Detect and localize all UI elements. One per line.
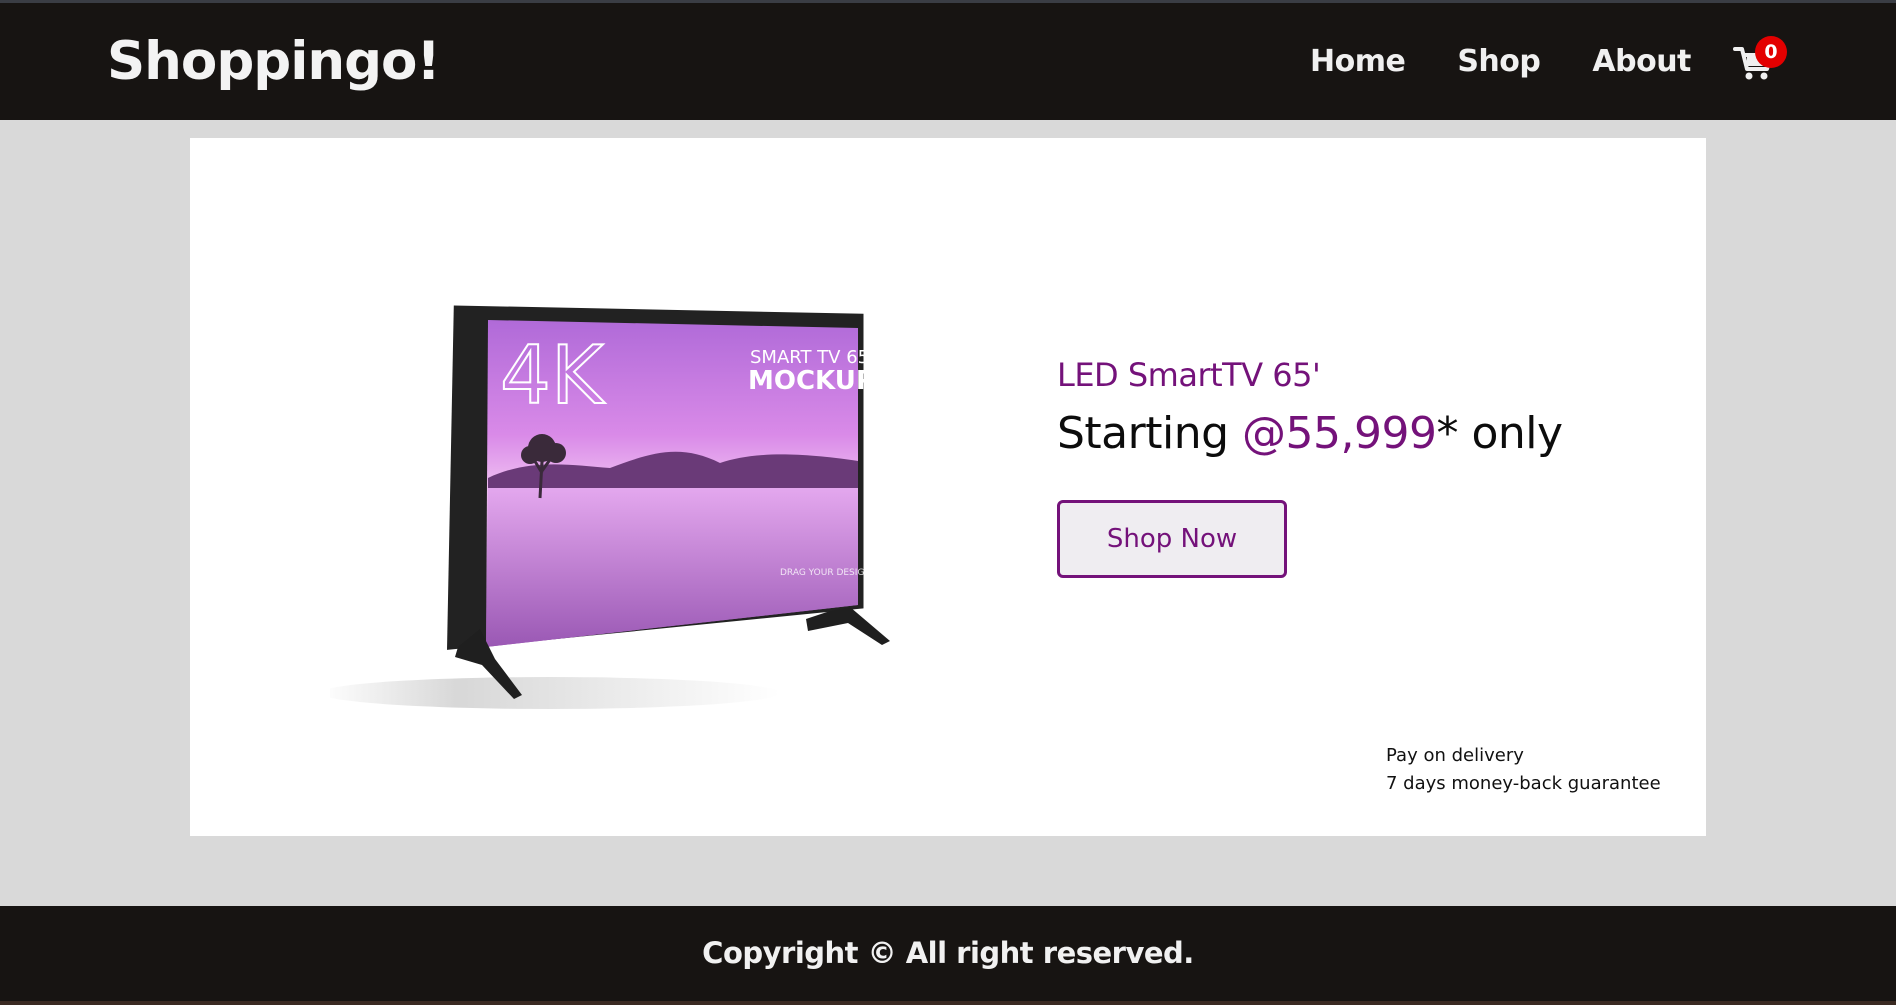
- navbar: Shoppingo! Home Shop About 0: [0, 3, 1896, 120]
- nav-shop-link[interactable]: Shop: [1457, 44, 1541, 79]
- tv-screen-line2: MOCKUP: [748, 366, 875, 396]
- tv-screen-line1: SMART TV 65": [750, 347, 877, 368]
- product-name: LED SmartTV 65': [1057, 356, 1321, 394]
- perk-pay-on-delivery: Pay on delivery: [1386, 745, 1524, 766]
- nav-about-link[interactable]: About: [1592, 44, 1691, 79]
- tv-screen-small-text: DRAG YOUR DESIGN: [780, 568, 871, 578]
- tv-product-image: 4K SMART TV 65" MOCKUP DRAG YOUR DESIGN: [330, 305, 890, 709]
- perks-list: Pay on delivery 7 days money-back guaran…: [1386, 742, 1661, 798]
- tv-screen-4k-text: 4K: [500, 329, 606, 422]
- perk-money-back: 7 days money-back guarantee: [1386, 773, 1661, 794]
- cart-count-badge: 0: [1755, 36, 1787, 68]
- window-bottom-line: [0, 1001, 1896, 1005]
- headline-prefix: Starting: [1057, 408, 1243, 459]
- main-nav: Home Shop About: [1310, 44, 1743, 79]
- footer: Copyright © All right reserved.: [0, 906, 1896, 1001]
- headline-suffix: * only: [1436, 408, 1563, 459]
- brand-logo[interactable]: Shoppingo!: [107, 31, 441, 92]
- price-headline: Starting @55,999* only: [1057, 408, 1563, 459]
- hero-banner: 4K SMART TV 65" MOCKUP DRAG YOUR DESIGN …: [190, 138, 1706, 836]
- nav-home-link[interactable]: Home: [1310, 44, 1406, 79]
- copyright-text: Copyright © All right reserved.: [702, 936, 1194, 970]
- product-price: @55,999: [1242, 408, 1437, 459]
- shop-now-button[interactable]: Shop Now: [1057, 500, 1287, 578]
